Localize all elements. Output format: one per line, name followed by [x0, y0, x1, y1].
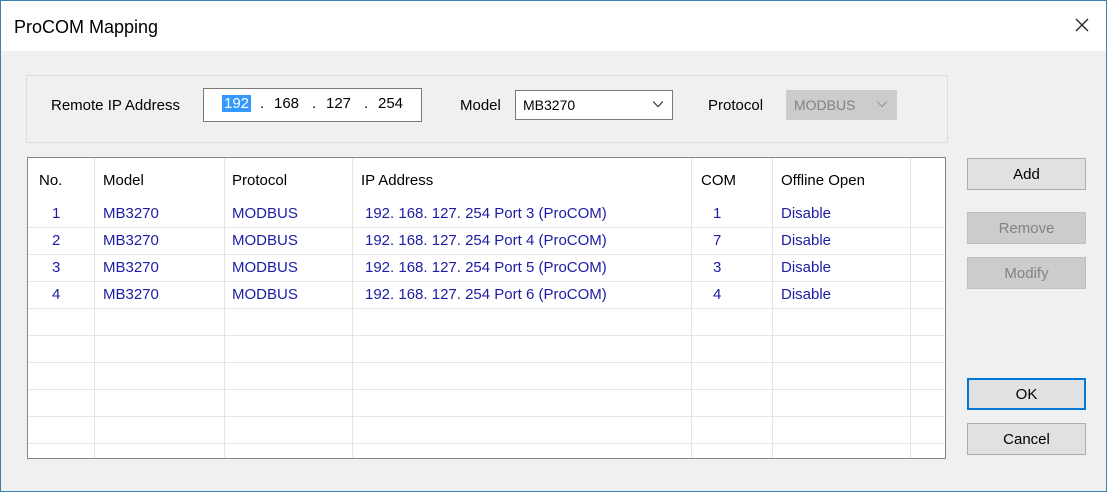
- model-select[interactable]: MB3270: [515, 90, 673, 120]
- ip-octet-2[interactable]: 168: [274, 95, 299, 112]
- cell-model: MB3270: [103, 232, 159, 249]
- cell-com: 1: [713, 205, 722, 222]
- cell-no: 3: [52, 259, 61, 276]
- add-button[interactable]: Add: [967, 158, 1086, 190]
- column-header-ip-address[interactable]: IP Address: [361, 172, 433, 189]
- table-row[interactable]: 3 MB3270 MODBUS 192. 168. 127. 254 Port …: [28, 254, 945, 281]
- row-gridline: [28, 254, 945, 255]
- row-gridline: [28, 389, 945, 390]
- column-header-com[interactable]: COM: [701, 172, 736, 189]
- chevron-down-icon: [876, 101, 888, 108]
- row-gridline: [28, 416, 945, 417]
- cell-com: 7: [713, 232, 722, 249]
- model-label: Model: [460, 97, 501, 114]
- cell-offline-open: Disable: [781, 259, 832, 276]
- close-icon: [1075, 18, 1089, 32]
- remote-ip-label: Remote IP Address: [51, 97, 180, 114]
- row-gridline: [28, 335, 945, 336]
- cell-ip-address: 192. 168. 127. 254 Port 4 (ProCOM): [365, 232, 607, 249]
- column-header-offline-open[interactable]: Offline Open: [781, 172, 865, 189]
- remote-ip-input[interactable]: 192 . 168 . 127 . 254: [203, 88, 422, 122]
- ip-separator: .: [260, 95, 265, 112]
- protocol-select[interactable]: MODBUS: [786, 90, 897, 120]
- row-gridline: [28, 227, 945, 228]
- cell-protocol: MODBUS: [232, 232, 298, 249]
- cell-model: MB3270: [103, 205, 159, 222]
- cell-protocol: MODBUS: [232, 205, 298, 222]
- dialog-window: ProCOM Mapping Remote IP Address 192 . 1…: [0, 0, 1107, 492]
- ip-octet-1[interactable]: 192: [222, 95, 252, 112]
- column-header-model[interactable]: Model: [103, 172, 144, 189]
- cell-offline-open: Disable: [781, 286, 832, 303]
- cell-ip-address: 192. 168. 127. 254 Port 3 (ProCOM): [365, 205, 607, 222]
- protocol-label: Protocol: [708, 97, 764, 114]
- cell-ip-address: 192. 168. 127. 254 Port 6 (ProCOM): [365, 286, 607, 303]
- table-row[interactable]: 1 MB3270 MODBUS 192. 168. 127. 254 Port …: [28, 200, 945, 227]
- cell-protocol: MODBUS: [232, 286, 298, 303]
- table-row[interactable]: 4 MB3270 MODBUS 192. 168. 127. 254 Port …: [28, 281, 945, 308]
- window-title: ProCOM Mapping: [14, 17, 159, 37]
- cell-protocol: MODBUS: [232, 259, 298, 276]
- cancel-button[interactable]: Cancel: [967, 423, 1086, 455]
- ip-octet-4[interactable]: 254: [378, 95, 403, 112]
- title-bar: ProCOM Mapping: [1, 1, 1106, 51]
- cell-offline-open: Disable: [781, 205, 832, 222]
- mapping-list[interactable]: No. Model Protocol IP Address COM Offlin…: [27, 157, 946, 459]
- column-header-no[interactable]: No.: [39, 172, 62, 189]
- cell-model: MB3270: [103, 286, 159, 303]
- protocol-select-value: MODBUS: [794, 97, 856, 113]
- list-header: No. Model Protocol IP Address COM Offlin…: [28, 158, 945, 200]
- ok-button[interactable]: OK: [967, 378, 1086, 410]
- row-gridline: [28, 443, 945, 444]
- cell-no: 1: [52, 205, 61, 222]
- cell-no: 4: [52, 286, 61, 303]
- cell-com: 4: [713, 286, 722, 303]
- model-select-value: MB3270: [523, 97, 576, 113]
- modify-button[interactable]: Modify: [967, 257, 1086, 289]
- ip-separator: .: [312, 95, 317, 112]
- cell-com: 3: [713, 259, 722, 276]
- remove-button[interactable]: Remove: [967, 212, 1086, 244]
- row-gridline: [28, 362, 945, 363]
- cell-ip-address: 192. 168. 127. 254 Port 5 (ProCOM): [365, 259, 607, 276]
- ip-separator: .: [364, 95, 369, 112]
- column-header-protocol[interactable]: Protocol: [232, 172, 287, 189]
- row-gridline: [28, 281, 945, 282]
- close-button[interactable]: [1068, 11, 1096, 39]
- cell-model: MB3270: [103, 259, 159, 276]
- chevron-down-icon: [652, 101, 664, 108]
- ip-octet-3[interactable]: 127: [326, 95, 351, 112]
- table-row[interactable]: 2 MB3270 MODBUS 192. 168. 127. 254 Port …: [28, 227, 945, 254]
- cell-offline-open: Disable: [781, 232, 832, 249]
- cell-no: 2: [52, 232, 61, 249]
- row-gridline: [28, 308, 945, 309]
